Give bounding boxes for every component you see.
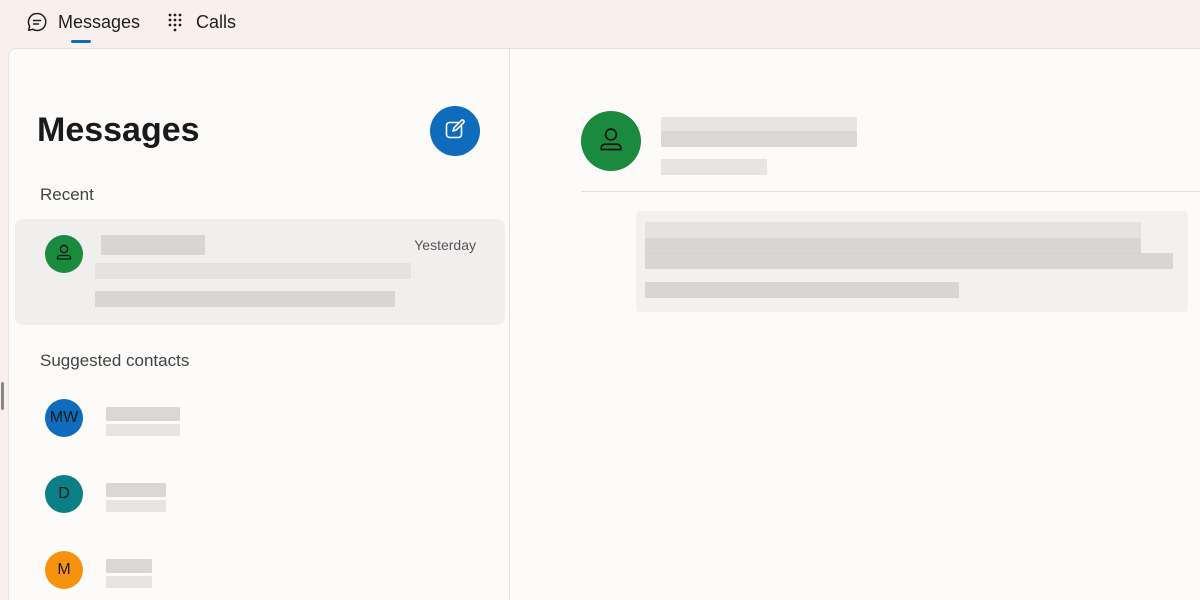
contact-name-redacted (106, 483, 166, 497)
contact-avatar: D (45, 475, 83, 513)
tab-messages[interactable]: Messages (26, 0, 140, 44)
contact-detail-redacted (106, 576, 152, 588)
message-preview-redacted (95, 291, 395, 307)
message-text-redacted (645, 253, 1173, 269)
new-message-button[interactable] (430, 106, 480, 156)
tab-calls[interactable]: Calls (164, 0, 236, 44)
message-text-redacted (645, 222, 1141, 238)
compose-icon (443, 117, 467, 146)
top-nav: Messages Calls (0, 0, 1200, 48)
conversation-item[interactable]: Yesterday (15, 219, 505, 325)
suggested-contact-item[interactable]: D (27, 467, 487, 523)
dialpad-icon (164, 11, 186, 33)
suggested-contact-item[interactable]: M (27, 543, 487, 599)
message-text-redacted (645, 238, 1141, 254)
chat-contact-name-redacted (661, 131, 857, 147)
conversation-avatar (45, 235, 83, 273)
contact-avatar: MW (45, 399, 83, 437)
contact-detail-redacted (106, 424, 180, 436)
tab-messages-label: Messages (58, 11, 141, 32)
active-tab-indicator (71, 40, 91, 43)
tab-calls-label: Calls (196, 11, 237, 32)
contact-detail-redacted (106, 500, 166, 512)
pane-resize-handle[interactable] (1, 382, 4, 410)
suggested-contact-item[interactable]: MW (27, 391, 487, 447)
chat-pane (511, 49, 1200, 600)
message-preview-redacted (95, 263, 411, 279)
chat-contact-number-redacted (661, 159, 767, 175)
conversation-list-pane: Messages Recent Yesterday Suggested cont… (9, 49, 510, 600)
chat-contact-avatar[interactable] (581, 111, 641, 171)
contact-avatar: M (45, 551, 83, 589)
contact-name-redacted (106, 559, 152, 573)
main-frame: Messages Recent Yesterday Suggested cont… (8, 48, 1200, 600)
conversation-time: Yesterday (414, 237, 476, 253)
contact-name-redacted (106, 407, 180, 421)
chat-header-divider (581, 191, 1200, 192)
message-text-redacted (645, 282, 959, 298)
person-icon (54, 242, 74, 267)
chat-bubble-icon (26, 11, 48, 33)
message-bubble (636, 211, 1188, 312)
recent-section-label: Recent (40, 185, 94, 204)
person-icon (596, 124, 626, 159)
page-title: Messages (37, 111, 200, 149)
suggested-contacts-label: Suggested contacts (40, 351, 190, 370)
chat-contact-name-redacted (661, 117, 857, 131)
contact-name-redacted (101, 235, 205, 255)
